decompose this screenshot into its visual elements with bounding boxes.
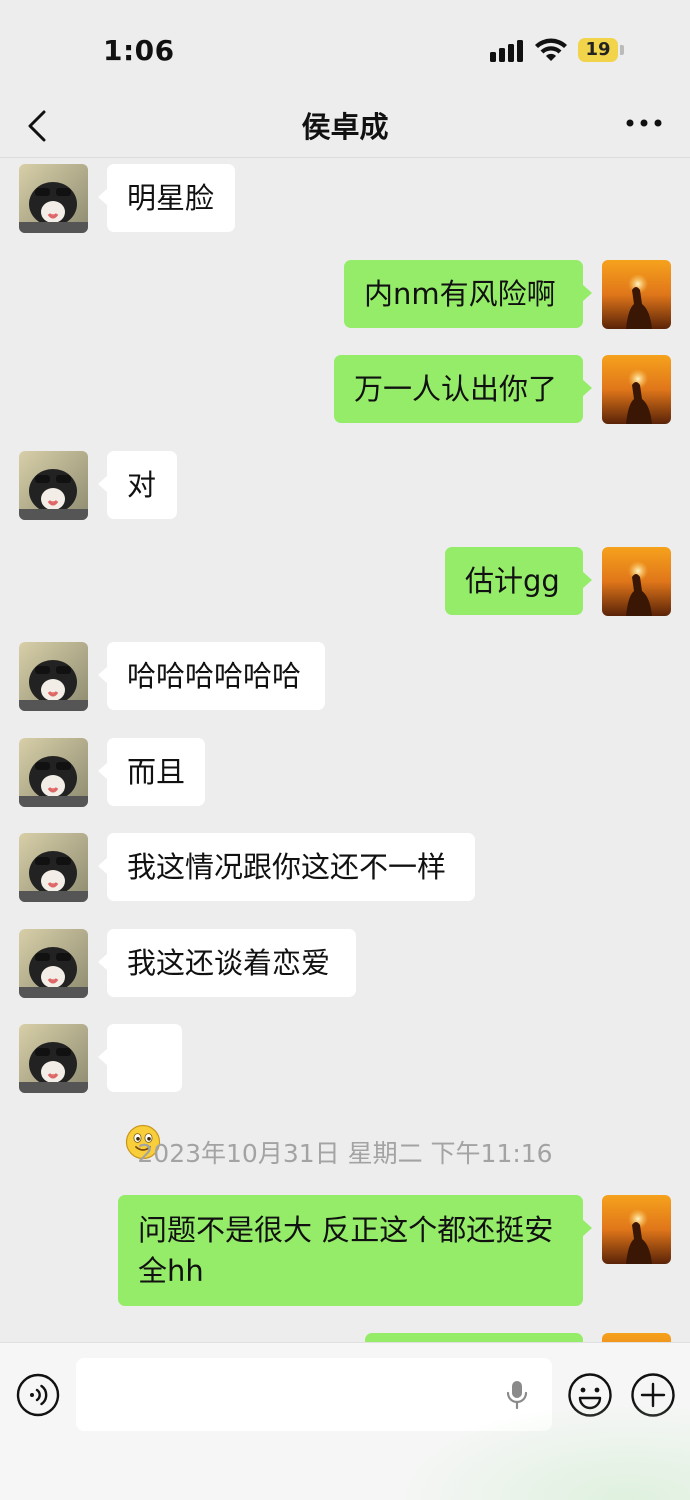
timestamp-divider: 2023年10月31日 星期二 下午11:16 bbox=[137, 1139, 553, 1168]
message-bubble-outgoing[interactable]: 万一人认出你了 bbox=[334, 355, 592, 423]
message-bubble-outgoing[interactable]: 问题不是很大 反正这个都还挺安 全hh bbox=[118, 1195, 592, 1306]
contact-avatar[interactable] bbox=[19, 164, 88, 233]
contact-name: 侯卓成 bbox=[301, 110, 389, 144]
wifi-icon bbox=[535, 38, 567, 61]
message-bubble-incoming[interactable]: 而且 bbox=[98, 738, 205, 806]
contact-avatar[interactable] bbox=[19, 929, 88, 998]
message-bubble-incoming[interactable]: 哈哈哈哈哈哈 bbox=[98, 642, 325, 710]
message-bubble-outgoing[interactable]: 估计gg bbox=[445, 547, 592, 615]
chat-history[interactable]: 明星脸 内nm有风险啊 万一人认出你了 对 估计gg 哈哈哈哈哈哈 而且 我这情… bbox=[0, 158, 690, 1342]
more-options-icon[interactable] bbox=[620, 108, 668, 142]
voice-input-icon[interactable] bbox=[16, 1373, 60, 1417]
my-avatar[interactable] bbox=[602, 260, 671, 329]
my-avatar[interactable] bbox=[602, 1195, 671, 1264]
battery-cap bbox=[620, 45, 624, 55]
my-avatar[interactable] bbox=[602, 1333, 671, 1342]
bottom-glow bbox=[390, 1400, 690, 1500]
message-input-bar bbox=[0, 1342, 690, 1500]
message-bubble-outgoing[interactable] bbox=[365, 1333, 583, 1342]
my-avatar[interactable] bbox=[602, 355, 671, 424]
message-bubble-outgoing[interactable]: 内nm有风险啊 bbox=[344, 260, 592, 328]
status-time: 1:06 bbox=[103, 34, 175, 67]
contact-avatar[interactable] bbox=[19, 738, 88, 807]
message-bubble-incoming[interactable] bbox=[98, 1024, 182, 1160]
my-avatar[interactable] bbox=[602, 547, 671, 616]
message-bubble-incoming[interactable]: 我这情况跟你这还不一样 bbox=[98, 833, 475, 901]
status-bar: 1:06 19 bbox=[0, 0, 690, 100]
contact-avatar[interactable] bbox=[19, 833, 88, 902]
contact-avatar[interactable] bbox=[19, 1024, 88, 1093]
message-bubble-incoming[interactable]: 我这还谈着恋爱 bbox=[98, 929, 356, 997]
signal-wifi-icons bbox=[490, 38, 567, 62]
contact-avatar[interactable] bbox=[19, 642, 88, 711]
message-bubble-incoming[interactable]: 对 bbox=[98, 451, 177, 519]
cellular-signal-icon bbox=[490, 40, 523, 62]
contact-avatar[interactable] bbox=[19, 451, 88, 520]
chat-header: 侯卓成 bbox=[0, 100, 690, 158]
message-bubble-incoming[interactable]: 明星脸 bbox=[98, 164, 235, 232]
battery-indicator: 19 bbox=[578, 38, 618, 62]
